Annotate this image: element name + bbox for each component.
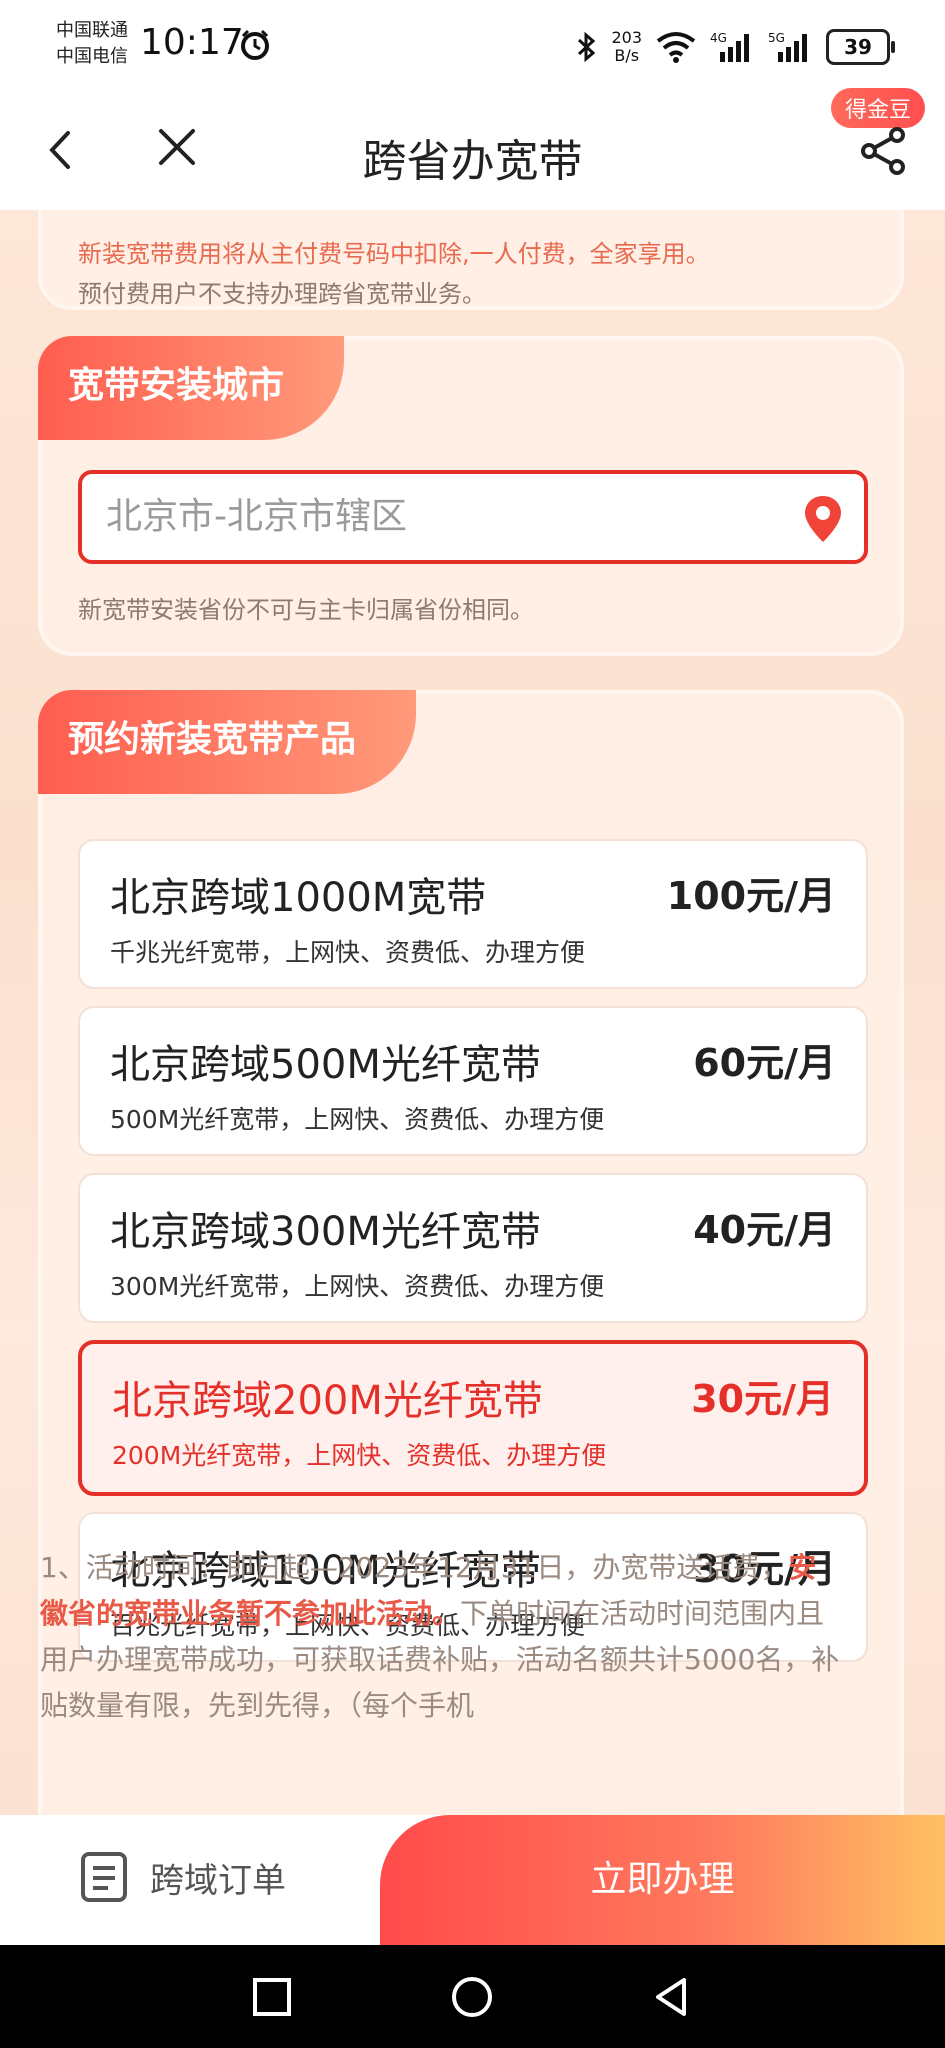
system-nav-bar (0, 1945, 945, 2048)
speed-value: 203 (611, 28, 642, 47)
order-label: 跨域订单 (150, 1860, 286, 1901)
share-icon[interactable] (859, 125, 909, 175)
recents-icon[interactable] (250, 1975, 294, 2019)
carrier-2: 中国电信 (56, 46, 128, 67)
product-name: 北京跨域200M光纤宽带 (112, 1378, 543, 1424)
terms-part-1: 1、活动时间：即日起—2023年12月31日，办宽带送话费， (40, 1551, 789, 1584)
product-desc: 300M光纤宽带，上网快、资费低、办理方便 (110, 1272, 605, 1301)
apply-now-button[interactable]: 立即办理 (380, 1815, 945, 1945)
bottom-action-bar: 跨域订单 立即办理 (0, 1815, 945, 1945)
product-item-selected[interactable]: 北京跨域200M光纤宽带 30元/月 200M光纤宽带，上网快、资费低、办理方便 (78, 1340, 868, 1496)
products-section-title: 预约新装宽带产品 (38, 690, 417, 794)
wifi-icon (656, 32, 696, 63)
battery-level: 39 (844, 35, 872, 59)
svg-text:5G: 5G (768, 31, 785, 45)
product-name: 北京跨域300M光纤宽带 (110, 1209, 541, 1255)
city-hint: 新宽带安装省份不可与主卡归属省份相同。 (78, 596, 534, 624)
product-price: 100元/月 (666, 874, 836, 918)
clock: 10:17 (140, 22, 244, 63)
notice-text: 新装宽带费用将从主付费号码中扣除,一人付费，全家享用。 预付费用户不支持办理跨省… (78, 234, 710, 314)
product-name: 北京跨域500M光纤宽带 (110, 1042, 541, 1088)
notice-line-1: 新装宽带费用将从主付费号码中扣除,一人付费，全家享用。 (78, 240, 710, 268)
order-list-icon (81, 1852, 127, 1902)
battery-indicator: 39 (826, 29, 895, 65)
gold-bean-badge[interactable]: 得金豆 (830, 88, 925, 128)
signal-4g-icon: 4G (710, 31, 749, 62)
signal-5g-icon: 5G (768, 31, 807, 62)
notice-card: 新装宽带费用将从主付费号码中扣除,一人付费，全家享用。 预付费用户不支持办理跨省… (38, 210, 904, 310)
network-speed: 203 B/s (611, 29, 642, 65)
carrier-info: 中国联通 中国电信 (56, 18, 128, 70)
product-desc: 千兆光纤宽带，上网快、资费低、办理方便 (110, 938, 586, 967)
location-pin-icon[interactable] (800, 494, 846, 544)
city-value: 北京市-北京市辖区 (106, 496, 407, 537)
product-desc: 200M光纤宽带，上网快、资费低、办理方便 (112, 1441, 607, 1470)
nav-bar: 跨省办宽带 得金豆 (0, 88, 945, 210)
product-price: 60元/月 (693, 1041, 836, 1085)
product-name: 北京跨域1000M宽带 (110, 875, 487, 921)
alarm-icon (241, 29, 269, 60)
speed-unit: B/s (614, 46, 640, 65)
main-content: 新装宽带费用将从主付费号码中扣除,一人付费，全家享用。 预付费用户不支持办理跨省… (0, 210, 945, 1815)
city-section-title: 宽带安装城市 (38, 336, 345, 440)
product-item[interactable]: 北京跨域500M光纤宽带 60元/月 500M光纤宽带，上网快、资费低、办理方便 (78, 1006, 868, 1156)
notice-line-2: 预付费用户不支持办理跨省宽带业务。 (78, 280, 486, 308)
product-price: 30元/月 (691, 1377, 834, 1421)
bluetooth-icon (578, 31, 596, 63)
cross-region-orders-link[interactable]: 跨域订单 (80, 1851, 286, 1903)
city-card: 宽带安装城市 北京市-北京市辖区 新宽带安装省份不可与主卡归属省份相同。 (38, 336, 904, 656)
svg-text:4G: 4G (710, 31, 727, 45)
product-item[interactable]: 北京跨域300M光纤宽带 40元/月 300M光纤宽带，上网快、资费低、办理方便 (78, 1173, 868, 1323)
status-bar: 中国联通 中国电信 10:17 203 B/s 4G 5G 39 (0, 0, 945, 95)
carrier-1: 中国联通 (56, 20, 128, 41)
product-item[interactable]: 北京跨域1000M宽带 100元/月 千兆光纤宽带，上网快、资费低、办理方便 (78, 839, 868, 989)
back-nav-icon[interactable] (650, 1975, 694, 2019)
page-title: 跨省办宽带 (362, 136, 583, 187)
status-icons: 203 B/s 4G 5G 39 (575, 22, 895, 72)
home-icon[interactable] (450, 1975, 494, 2019)
product-price: 40元/月 (693, 1208, 836, 1252)
activity-terms: 1、活动时间：即日起—2023年12月31日，办宽带送话费，安徽省的宽带业务暂不… (40, 1545, 840, 1729)
city-select-field[interactable]: 北京市-北京市辖区 (78, 470, 868, 564)
product-desc: 500M光纤宽带，上网快、资费低、办理方便 (110, 1105, 605, 1134)
